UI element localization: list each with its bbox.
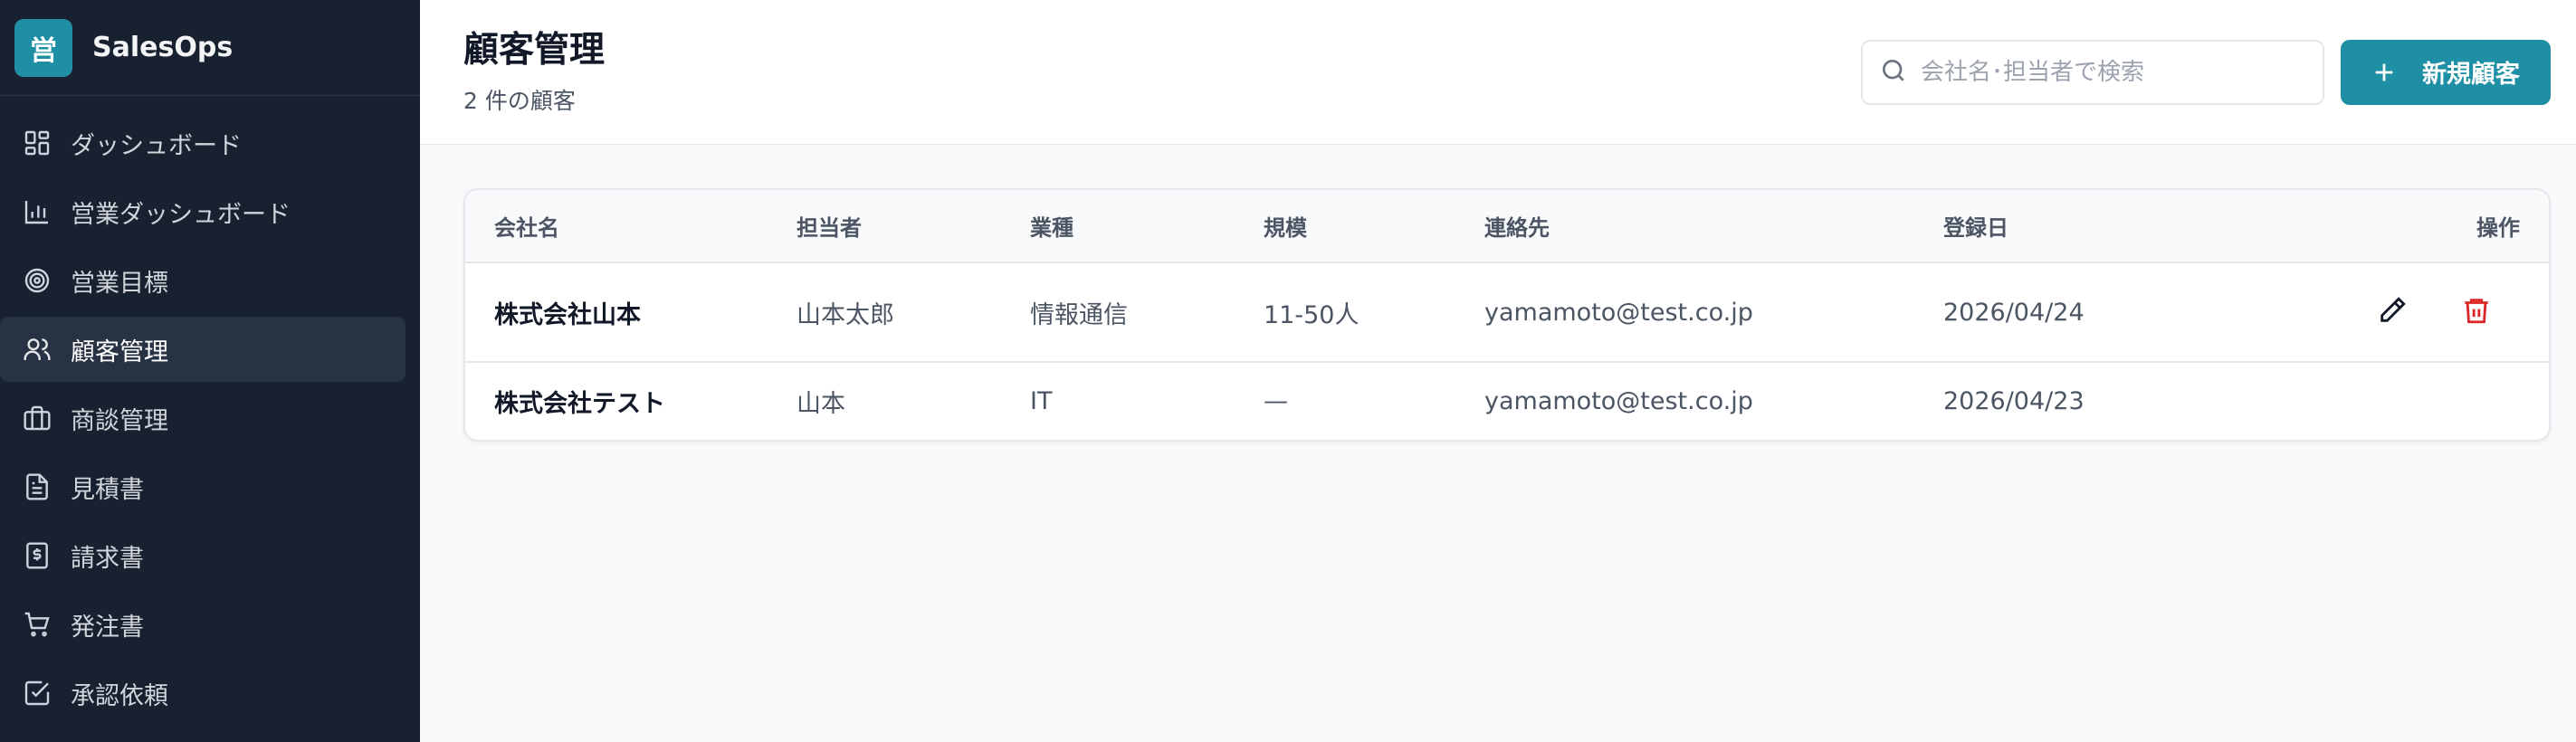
sidebar-item-approvals[interactable]: 承認依頼 [0,661,420,726]
column-header-company[interactable]: 会社名 [465,190,797,263]
column-header-person[interactable]: 担当者 [797,190,1030,263]
brand-name: SalesOps [92,32,234,63]
bar-chart-icon [22,196,52,227]
actions-cell [2323,262,2549,363]
add-customer-button[interactable]: 新規顧客 [2341,39,2551,105]
person-cell: 山本太郎 [797,262,1030,363]
sidebar-item-purchase-orders[interactable]: 発注書 [0,592,420,657]
sidebar-item-sales-targets[interactable]: 営業目標 [0,248,420,313]
size-cell: — [1264,387,1288,415]
invoice-icon [22,540,52,571]
industry-cell: 情報通信 [1030,262,1264,363]
sidebar-item-label: 発注書 [71,613,144,642]
industry-cell: IT [1030,387,1053,415]
customer-table-card: 会社名 担当者 業種 規模 連絡先 登録日 操作 株式会社山本 山本太郎 情報通… [463,188,2551,442]
column-header-actions: 操作 [2323,190,2549,263]
sidebar-nav: ダッシュボード 営業ダッシュボード 営業目標 顧客管理 商談管理 見積書 請求書… [0,96,420,726]
date-cell: 2026/04/24 [1943,262,2323,363]
sidebar-item-quotes[interactable]: 見積書 [0,454,420,519]
briefcase-icon [22,403,52,433]
contact-cell: yamamoto@test.co.jp [1484,262,1943,363]
sidebar-item-label: 商談管理 [71,406,168,435]
sidebar-item-sales-dashboard[interactable]: 営業ダッシュボード [0,179,420,244]
users-icon [22,334,52,365]
sidebar: 営 SalesOps ダッシュボード 営業ダッシュボード 営業目標 顧客管理 商… [0,0,420,742]
add-customer-label: 新規顧客 [2422,61,2520,89]
check-square-icon [22,678,52,709]
customer-count: 2 件の顧客 [463,87,576,114]
contact-cell: yamamoto@test.co.jp [1484,387,1753,415]
document-icon [22,471,52,502]
company-cell[interactable]: 株式会社山本 [465,262,797,363]
sidebar-item-deals[interactable]: 商談管理 [0,385,420,451]
cart-icon [22,609,52,640]
edit-button[interactable] [2374,292,2410,328]
sidebar-item-label: 請求書 [71,544,144,573]
actions-cell [2323,362,2549,440]
app: 営 SalesOps ダッシュボード 営業ダッシュボード 営業目標 顧客管理 商… [0,0,2576,742]
dashboard-icon [22,128,52,158]
sidebar-item-label: 顧客管理 [71,338,168,366]
table-row[interactable]: 株式会社山本 山本太郎 情報通信 11-50人 yamamoto@test.co… [465,262,2549,363]
column-header-contact[interactable]: 連絡先 [1484,190,1943,263]
target-icon [22,265,52,296]
sidebar-item-label: ダッシュボード [71,131,242,160]
brand[interactable]: 営 SalesOps [0,0,420,96]
sidebar-item-label: 見積書 [71,475,144,504]
date-cell: 2026/04/23 [1943,387,2085,415]
main: 顧客管理 2 件の顧客 新規顧客 [420,0,2576,742]
column-header-size[interactable]: 規模 [1264,190,1484,263]
plus-icon [2375,63,2393,81]
pencil-icon [2380,297,2407,322]
column-header-industry[interactable]: 業種 [1030,190,1264,263]
customer-table: 会社名 担当者 業種 規模 連絡先 登録日 操作 株式会社山本 山本太郎 情報通… [465,190,2549,440]
content: 会社名 担当者 業種 規模 連絡先 登録日 操作 株式会社山本 山本太郎 情報通… [420,145,2576,442]
search-input[interactable] [1921,58,2301,86]
title-block: 顧客管理 2 件の顧客 [463,29,605,116]
company-cell[interactable]: 株式会社テスト [465,362,797,440]
sidebar-item-label: 営業目標 [71,269,168,298]
delete-button[interactable] [2458,292,2495,328]
person-cell: 山本 [797,390,845,418]
sidebar-item-label: 営業ダッシュボード [71,200,291,229]
trash-icon [2465,299,2488,324]
header-actions: 新規顧客 [1861,39,2551,105]
search-box[interactable] [1861,39,2324,105]
table-header-row: 会社名 担当者 業種 規模 連絡先 登録日 操作 [465,190,2549,263]
sidebar-item-dashboard[interactable]: ダッシュボード [0,110,420,176]
column-header-date[interactable]: 登録日 [1943,190,2323,263]
brand-logo: 営 [14,18,72,77]
size-cell: 11-50人 [1264,262,1484,363]
sidebar-item-customers[interactable]: 顧客管理 [0,317,405,382]
page-title: 顧客管理 [463,29,606,71]
page-header: 顧客管理 2 件の顧客 新規顧客 [420,0,2576,145]
sidebar-item-label: 承認依頼 [71,681,168,710]
search-icon [1879,56,1908,89]
table-row[interactable]: 株式会社テスト 山本 IT — yamamoto@test.co.jp 2026… [465,362,2549,440]
sidebar-item-invoices[interactable]: 請求書 [0,523,420,588]
